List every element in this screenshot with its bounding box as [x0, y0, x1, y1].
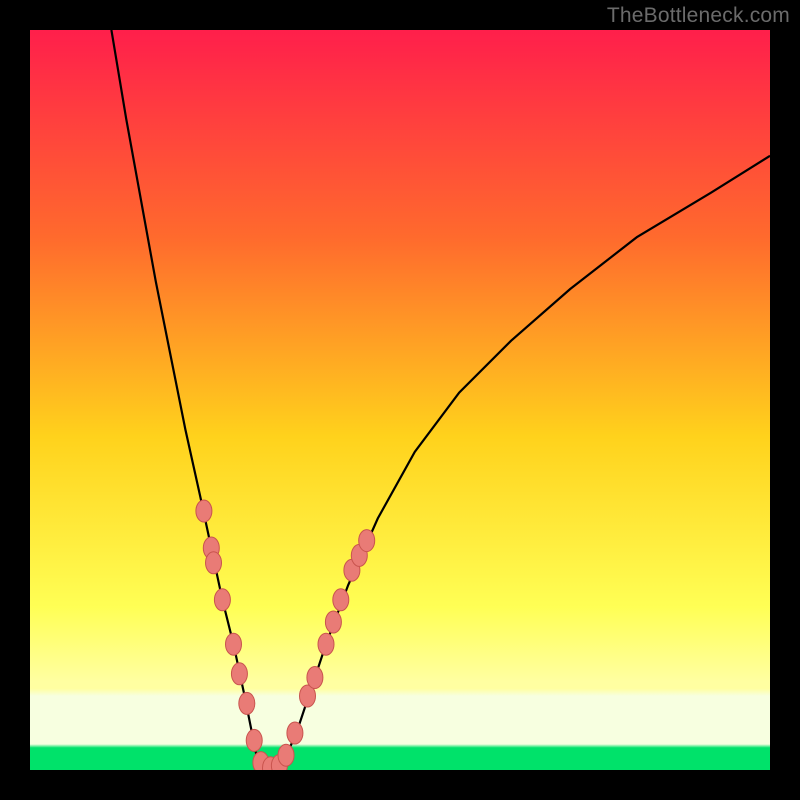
data-marker [333, 589, 349, 611]
bottleneck-curve [111, 30, 770, 769]
data-marker [206, 552, 222, 574]
marker-group [196, 500, 375, 770]
data-marker [307, 667, 323, 689]
data-marker [246, 729, 262, 751]
data-marker [226, 633, 242, 655]
data-marker [318, 633, 334, 655]
data-marker [231, 663, 247, 685]
watermark-text: TheBottleneck.com [607, 4, 790, 28]
data-marker [287, 722, 303, 744]
data-marker [325, 611, 341, 633]
data-marker [196, 500, 212, 522]
data-marker [359, 530, 375, 552]
data-marker [214, 589, 230, 611]
plot-area [30, 30, 770, 770]
data-marker [278, 744, 294, 766]
data-marker [239, 692, 255, 714]
curve-layer [30, 30, 770, 770]
chart-frame: TheBottleneck.com [0, 0, 800, 800]
